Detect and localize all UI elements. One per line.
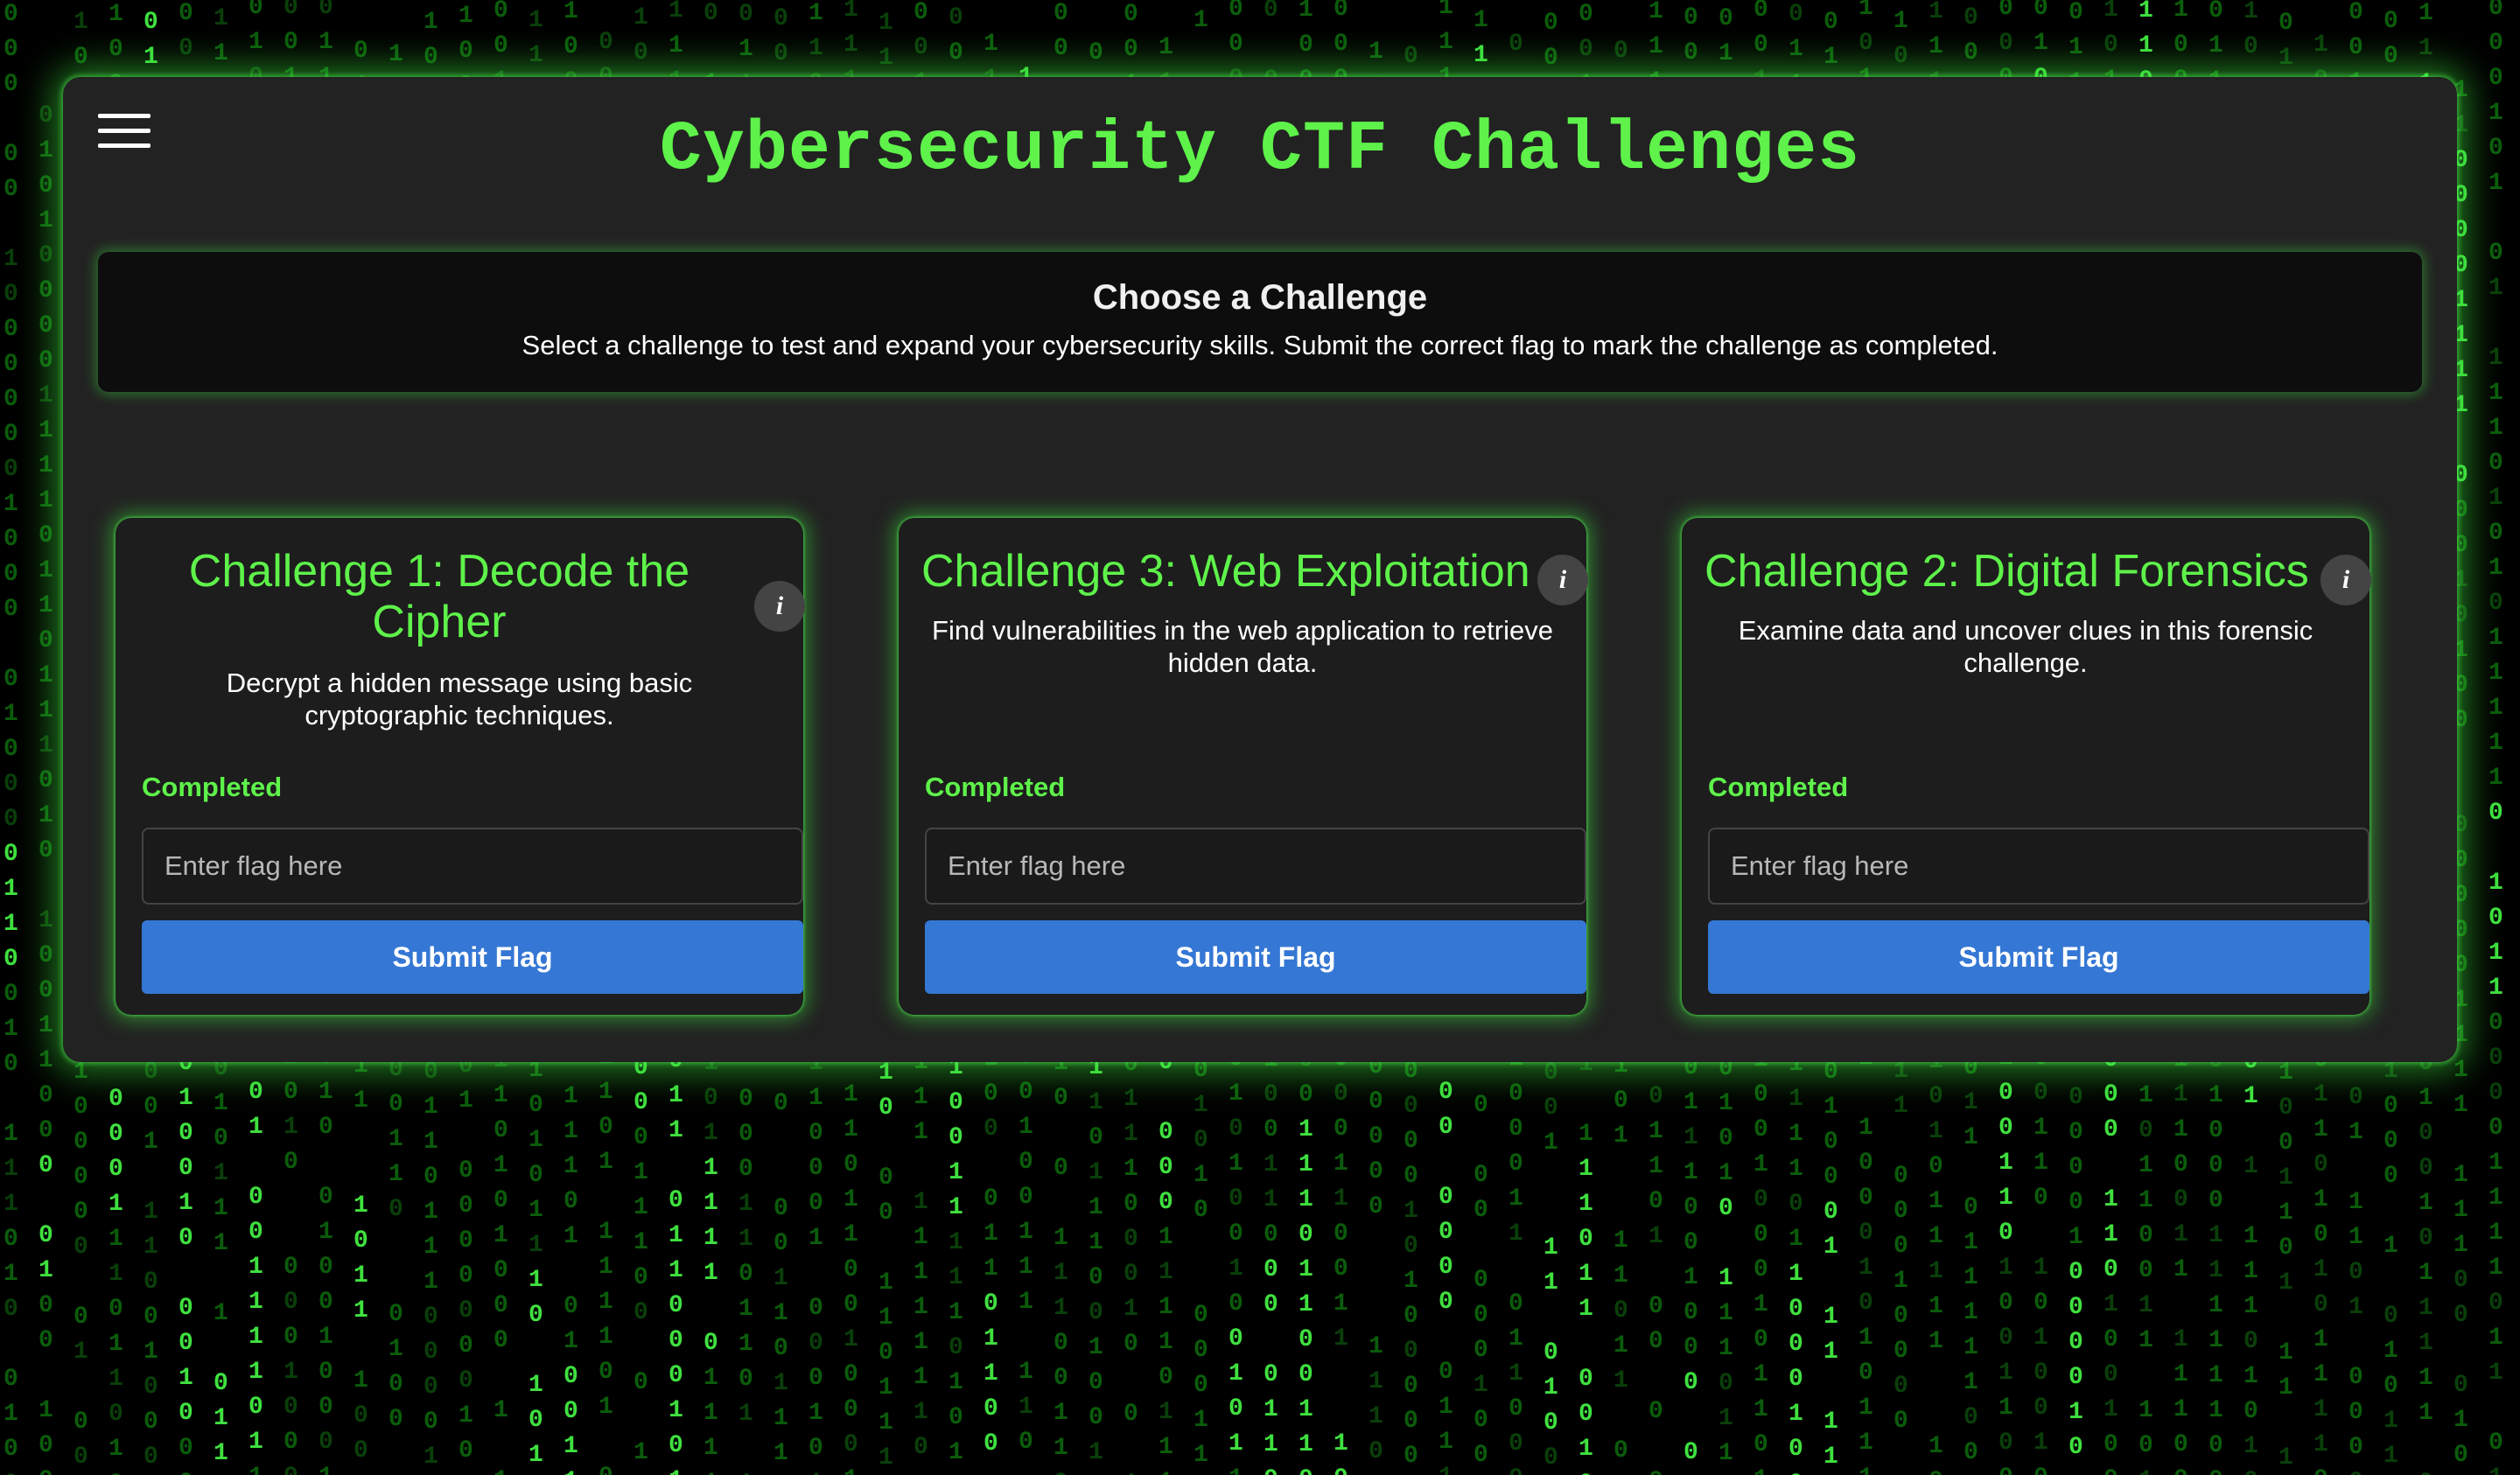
challenge-description: Examine data and uncover clues in this f… xyxy=(1738,615,2314,678)
flag-input[interactable] xyxy=(925,828,1586,905)
intro-box: Choose a Challenge Select a challenge to… xyxy=(98,252,2422,392)
flag-input[interactable] xyxy=(1708,828,2370,905)
challenge-card: Challenge 1: Decode the Cipher i Decrypt… xyxy=(116,518,805,1015)
info-icon[interactable]: i xyxy=(2320,555,2371,605)
intro-text: Select a challenge to test and expand yo… xyxy=(522,330,1998,360)
challenge-description: Find vulnerabilities in the web applicat… xyxy=(932,615,1553,678)
flag-input[interactable] xyxy=(142,828,803,905)
challenge-card: Challenge 2: Digital Forensics i Examine… xyxy=(1682,518,2371,1015)
challenge-description: Decrypt a hidden message using basic cry… xyxy=(226,668,693,731)
status-label: Completed xyxy=(142,772,283,802)
page-title: Cybersecurity CTF Challenges xyxy=(659,110,1861,190)
submit-flag-button[interactable]: Submit Flag xyxy=(1708,920,2370,994)
submit-flag-button[interactable]: Submit Flag xyxy=(142,920,803,994)
challenge-title: Challenge 3: Web Exploitation xyxy=(921,546,1530,597)
intro-heading: Choose a Challenge xyxy=(1092,278,1428,317)
status-label: Completed xyxy=(1708,772,1849,802)
challenge-title: Challenge 1: Decode the Cipher xyxy=(188,546,690,647)
info-icon[interactable]: i xyxy=(1537,555,1588,605)
challenge-title: Challenge 2: Digital Forensics xyxy=(1704,546,2309,597)
challenge-card: Challenge 3: Web Exploitation i Find vul… xyxy=(899,518,1588,1015)
main-panel: Cybersecurity CTF Challenges Choose a Ch… xyxy=(63,77,2457,1062)
info-icon[interactable]: i xyxy=(754,581,805,632)
status-label: Completed xyxy=(925,772,1066,802)
submit-flag-button[interactable]: Submit Flag xyxy=(925,920,1586,994)
